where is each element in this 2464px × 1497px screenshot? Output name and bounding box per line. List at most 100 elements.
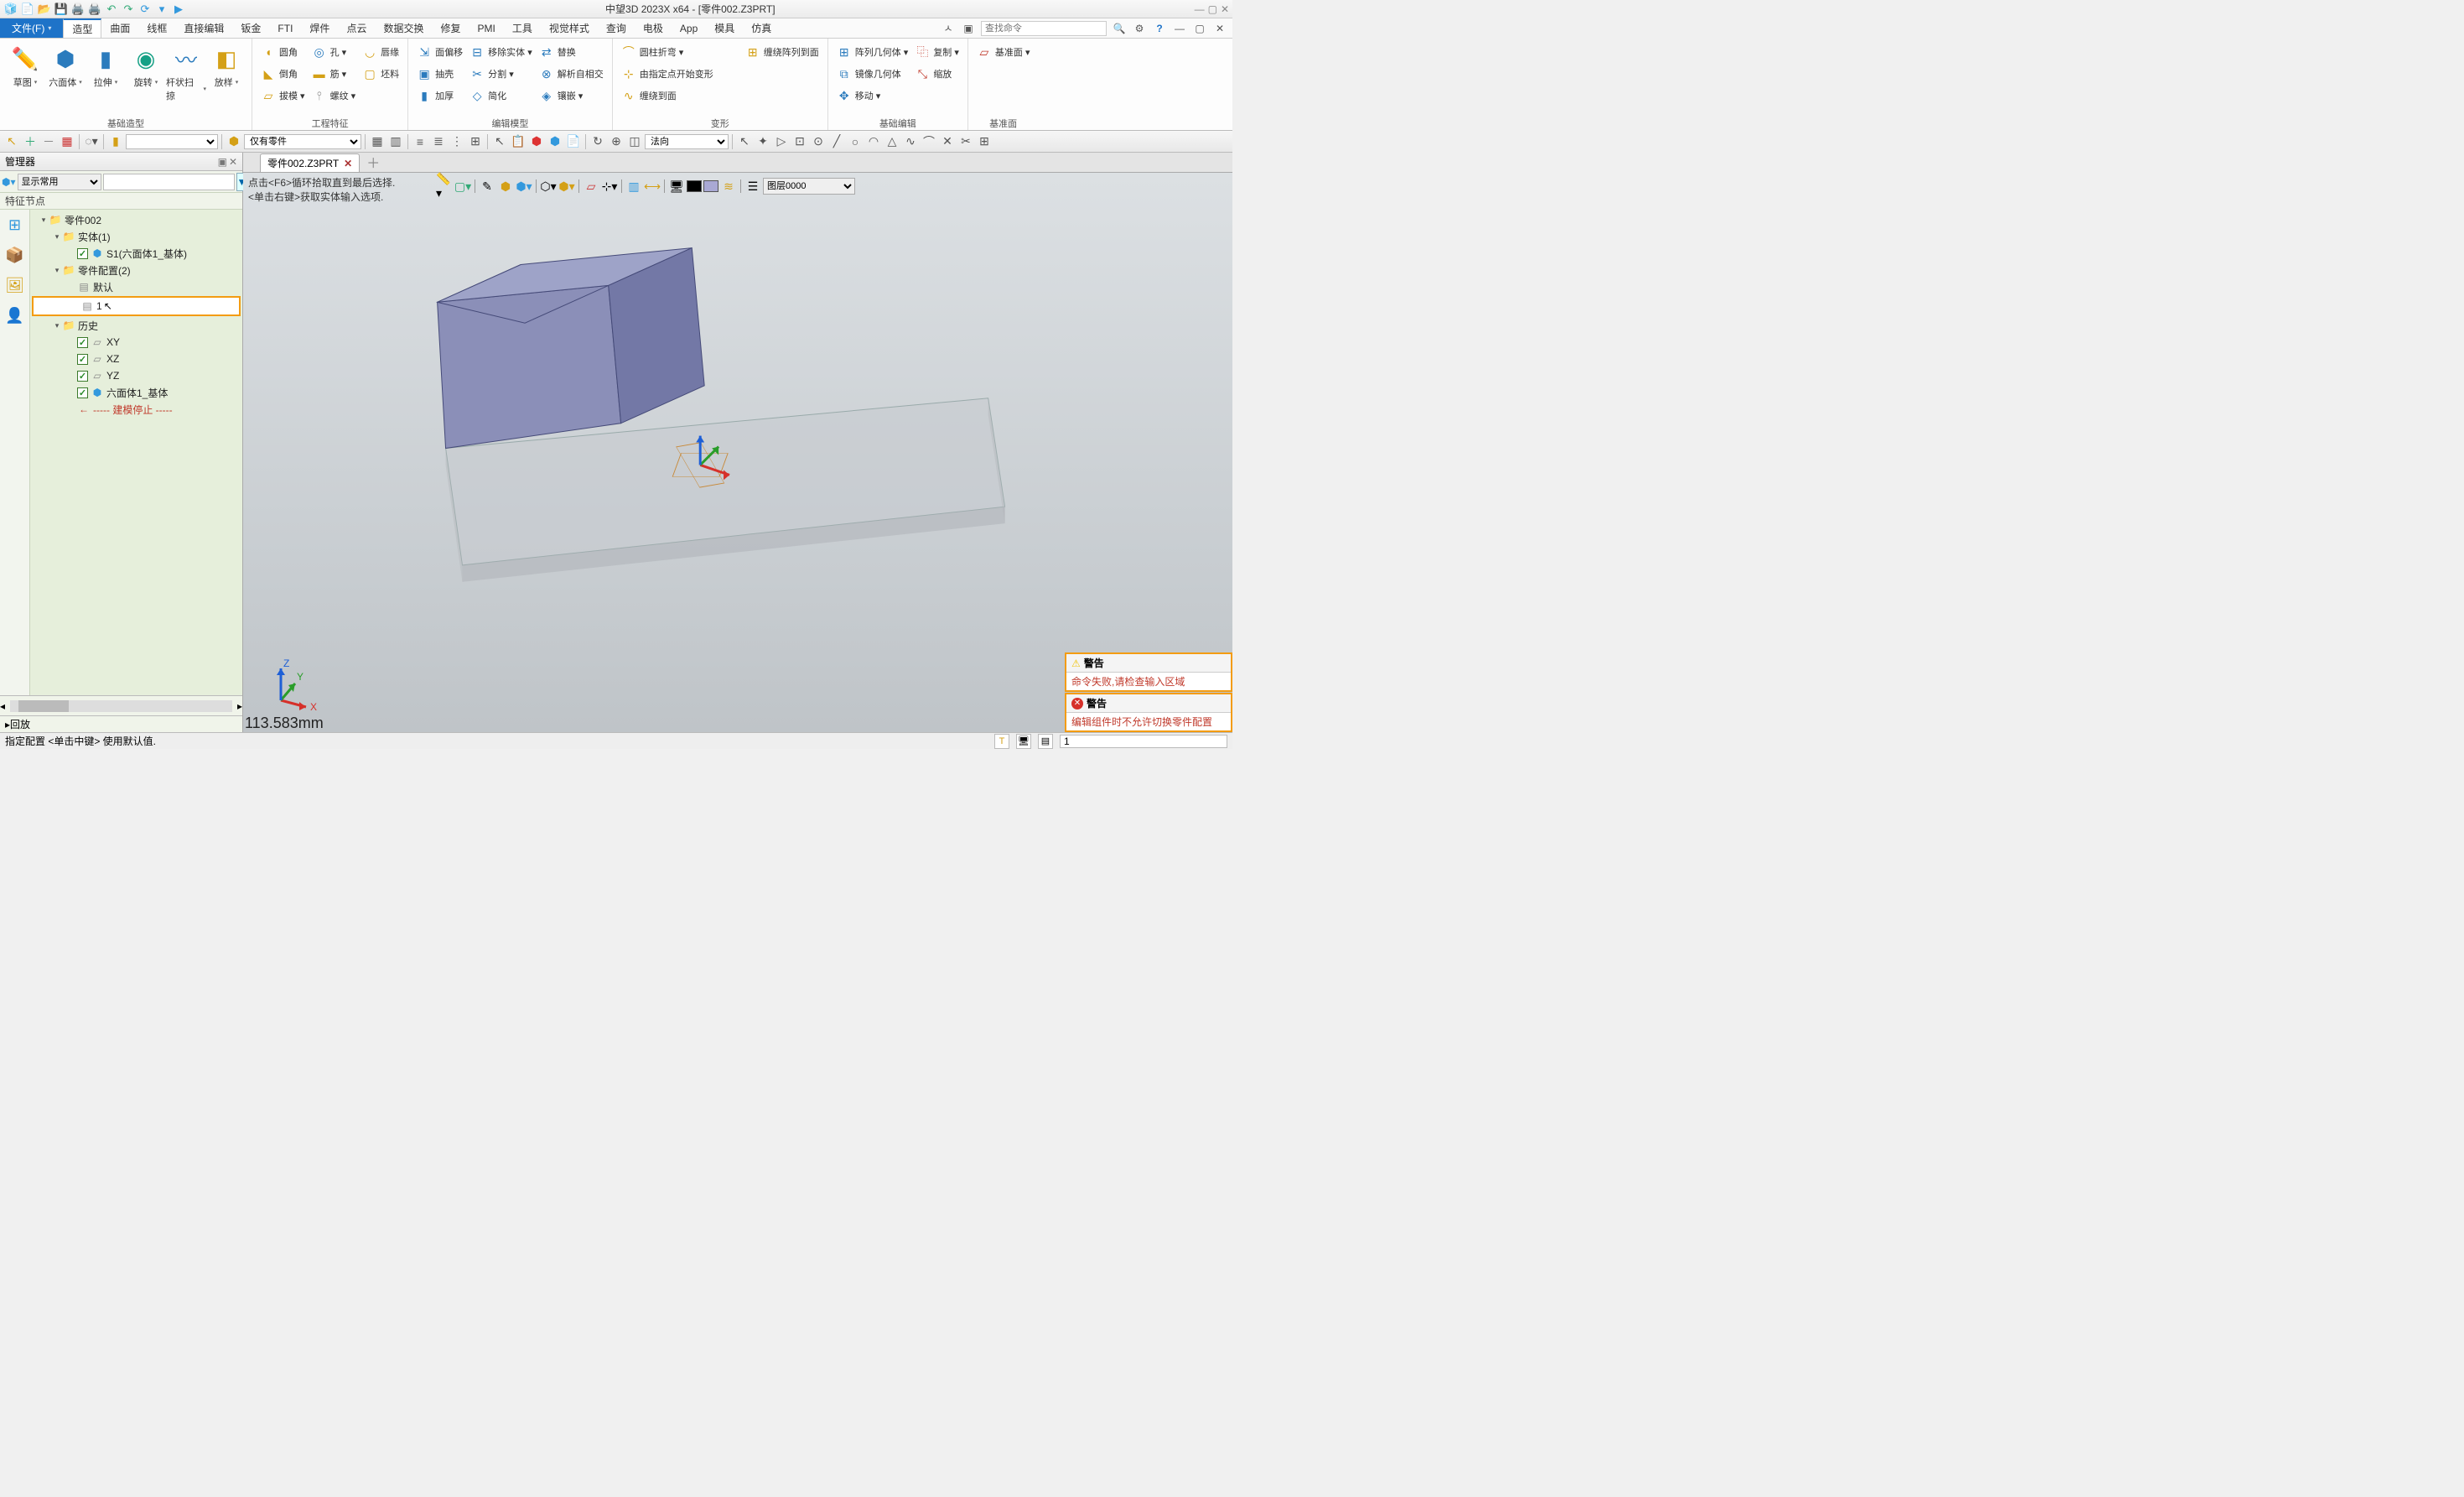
new-icon[interactable]: 📄 [20,2,35,17]
print-icon[interactable]: 🖨️ [70,2,86,17]
chamfer-button[interactable]: ◣倒角 [257,64,309,84]
copy-button[interactable]: ⿻复制 ▾ [911,42,962,62]
doc-tab[interactable]: 零件002.Z3PRT✕ [260,153,360,172]
pin-icon[interactable]: ▣ [218,156,227,168]
s2-icon[interactable]: ▥ [387,133,404,150]
snap-icon[interactable]: ◌▾ [83,133,100,150]
menu-tab-wireframe[interactable]: 线框 [138,18,175,38]
minimize-icon[interactable]: — [1195,3,1205,15]
child-min-icon[interactable]: — [1172,21,1187,36]
menu-tab-surface[interactable]: 曲面 [101,18,138,38]
extrude-button[interactable]: ▮拉伸 [86,40,126,89]
s11-icon[interactable]: 📄 [565,133,582,150]
st-text-icon[interactable]: T [994,734,1009,749]
c5-icon[interactable]: ⊙ [810,133,827,150]
s14-icon[interactable]: ◫ [626,133,643,150]
c6-icon[interactable]: ╱ [828,133,845,150]
tree-hex[interactable]: ✓⬢六面体1_基体 [30,384,242,401]
fillet-button[interactable]: ◖圆角 [257,42,309,62]
rib-button[interactable]: ▬筋 ▾ [309,64,360,84]
normal-select[interactable]: 法向 [645,134,729,149]
check-icon[interactable]: ✓ [77,354,88,365]
c7-icon[interactable]: ○ [847,133,864,150]
cylbend-button[interactable]: ⌒圆柱折弯 ▾ [618,42,717,62]
thicken-button[interactable]: ▮加厚 [413,86,466,106]
mode-icon[interactable]: ▾ [154,2,169,17]
tree-xz[interactable]: ✓▱XZ [30,351,242,367]
panel-close-icon[interactable]: ✕ [229,156,237,168]
menu-tab-mold[interactable]: 模具 [706,18,743,38]
thread-button[interactable]: ⫯螺纹 ▾ [309,86,360,106]
check-icon[interactable]: ✓ [77,387,88,398]
c9-icon[interactable]: △ [884,133,900,150]
st-screen-icon[interactable]: 🖥 [1016,734,1031,749]
menu-tab-exchange[interactable]: 数据交换 [375,18,432,38]
c11-icon[interactable]: ⌒ [921,133,937,150]
c8-icon[interactable]: ◠ [865,133,882,150]
tree-root[interactable]: ▾📁零件002 [30,211,242,228]
revolve-button[interactable]: ◉旋转 [126,40,166,89]
c4-icon[interactable]: ⊡ [791,133,808,150]
save-icon[interactable]: 💾 [54,2,69,17]
lip-button[interactable]: ◡唇缘 [359,42,402,62]
help-icon[interactable]: ? [1152,21,1167,36]
ss-user-icon[interactable]: 👤 [5,305,25,325]
display-mode-select[interactable]: 显示常用 [18,174,101,190]
child-close-icon[interactable]: ✕ [1212,21,1227,36]
menu-tab-visual[interactable]: 视觉样式 [541,18,598,38]
tree-history[interactable]: ▾📁历史 [30,317,242,334]
check-icon[interactable]: ✓ [77,371,88,382]
menu-tab-repair[interactable]: 修复 [432,18,469,38]
tree-solids[interactable]: ▾📁实体(1) [30,228,242,245]
st-list-icon[interactable]: ▤ [1038,734,1053,749]
search-icon[interactable]: 🔍 [1112,21,1127,36]
wraparray-button[interactable]: ⊞缠绕阵列到面 [742,42,822,62]
ss-tree-icon[interactable]: ⊞ [5,215,25,235]
mirrorgeom-button[interactable]: ⧉镜像几何体 [833,64,912,84]
child-max-icon[interactable]: ▢ [1192,21,1207,36]
ss-box-icon[interactable]: 📦 [5,245,25,265]
check-icon[interactable]: ✓ [77,248,88,259]
c13-icon[interactable]: ✂ [957,133,974,150]
s7-icon[interactable]: ↖ [491,133,508,150]
command-search-input[interactable] [981,21,1107,36]
loft-button[interactable]: ◧放样 [206,40,246,89]
inlay-button[interactable]: ◈镶嵌 ▾ [536,86,607,106]
close-icon[interactable]: ✕ [1221,3,1229,15]
hole-button[interactable]: ◎孔 ▾ [309,42,360,62]
s6-icon[interactable]: ⊞ [467,133,484,150]
wrapface-button[interactable]: ∿缠绕到面 [618,86,717,106]
ss-img-icon[interactable]: 🖼 [5,275,25,295]
viewport[interactable]: 零件002.Z3PRT✕ ＋ 点击<F6>循环拾取直到最后选择. <单击右键>获… [243,153,1232,732]
cube-solid[interactable] [438,248,705,449]
manager-scrollbar[interactable]: ◂▸ [0,695,242,715]
c3-icon[interactable]: ▷ [773,133,790,150]
entity-select[interactable]: 仅有零件 [244,134,361,149]
patterngeom-button[interactable]: ⊞阵列几何体 ▾ [833,42,912,62]
pointer-icon[interactable]: ↖ [3,133,20,150]
s13-icon[interactable]: ⊕ [608,133,625,150]
tree-configs[interactable]: ▾📁零件配置(2) [30,262,242,278]
menu-tab-fti[interactable]: FTI [269,18,301,38]
tree-cfg-1[interactable]: ▤1↖ [32,296,241,316]
tree-stop[interactable]: ←----- 建模停止 ----- [30,401,242,418]
open-icon[interactable]: 📂 [37,2,52,17]
status-input[interactable] [1060,735,1227,748]
tree-xy[interactable]: ✓▱XY [30,334,242,351]
grid-icon[interactable]: ▦ [59,133,75,150]
check-icon[interactable]: ✓ [77,337,88,348]
s12-icon[interactable]: ↻ [589,133,606,150]
split-button[interactable]: ✂分割 ▾ [466,64,536,84]
menu-tab-directedit[interactable]: 直接编辑 [175,18,232,38]
tree-s1[interactable]: ✓⬢S1(六面体1_基体) [30,245,242,262]
replace-button[interactable]: ⇄替换 [536,42,607,62]
s4-icon[interactable]: ≣ [430,133,447,150]
undo-icon[interactable]: ↶ [104,2,119,17]
recent-icon[interactable]: ▣ [961,21,976,36]
collapse-ribbon-icon[interactable]: ㅅ [941,21,956,36]
selfintersect-button[interactable]: ⊗解析自相交 [536,64,607,84]
shell-button[interactable]: ▣抽壳 [413,64,466,84]
new-tab-icon[interactable]: ＋ [366,153,380,172]
s8-icon[interactable]: 📋 [510,133,527,150]
c10-icon[interactable]: ∿ [902,133,919,150]
